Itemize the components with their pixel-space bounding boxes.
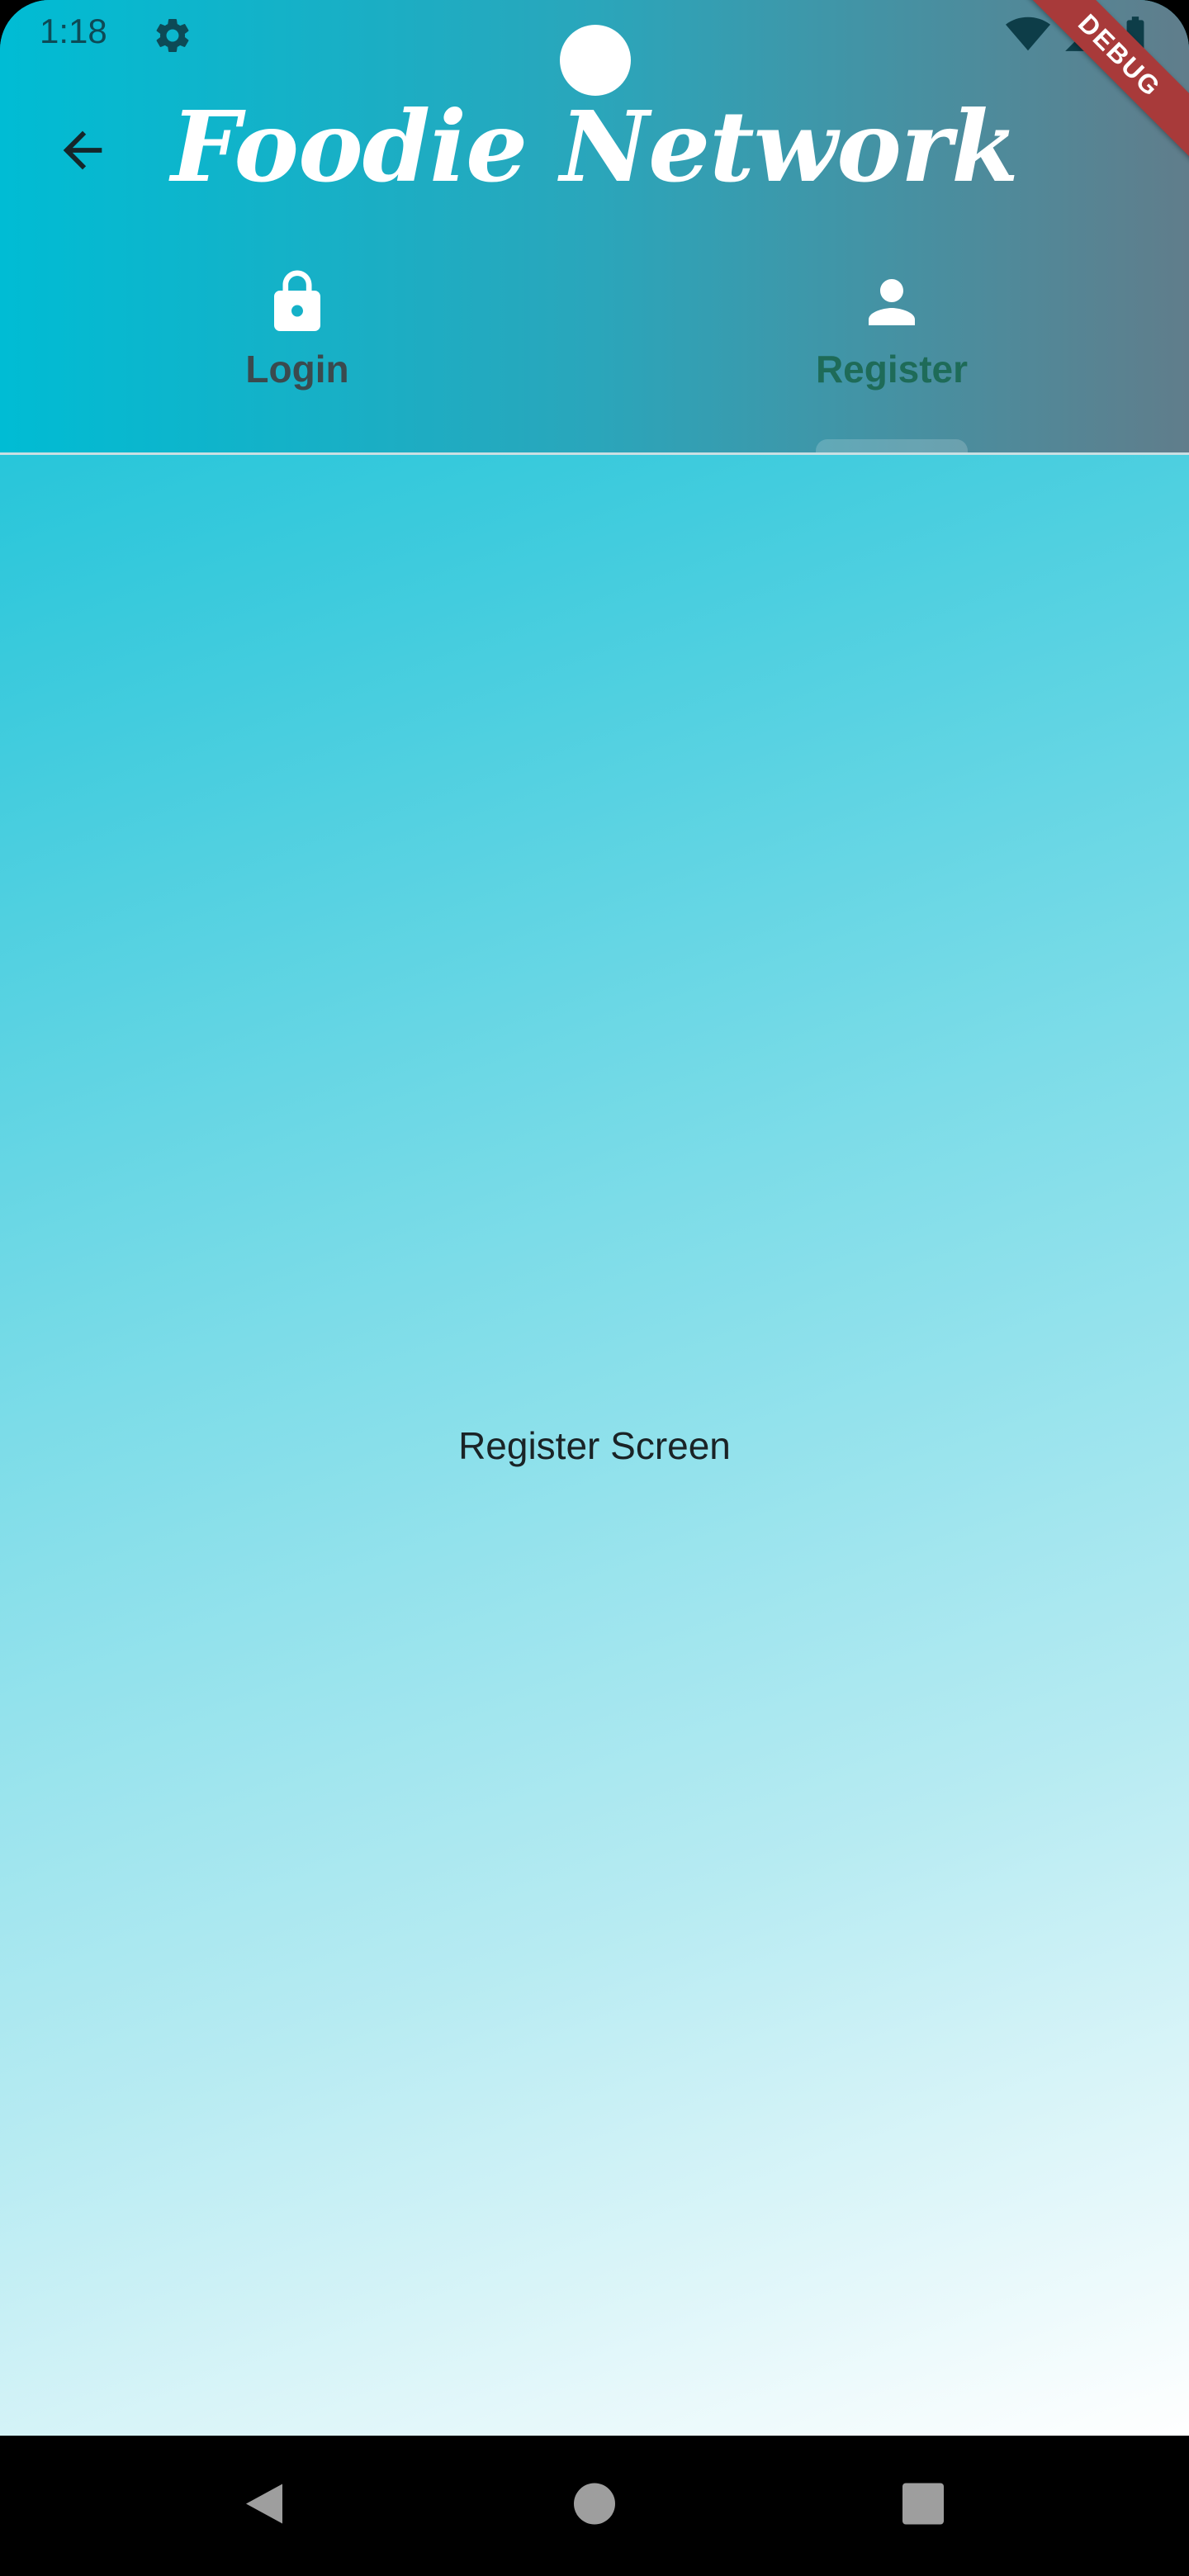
nav-home-button[interactable] bbox=[573, 2483, 616, 2530]
tab-register-label: Register bbox=[815, 348, 969, 391]
wifi-icon bbox=[1006, 12, 1050, 60]
device-screen: 1:18 DEBUG Foodie Network Login Register… bbox=[0, 0, 1189, 2576]
app-background: 1:18 DEBUG Foodie Network Login Register… bbox=[0, 0, 1189, 2436]
tab-bar: Login Register bbox=[0, 256, 1189, 452]
app-title: Foodie Network bbox=[171, 89, 1019, 204]
status-bar: 1:18 DEBUG bbox=[0, 0, 1189, 171]
nav-back-button[interactable] bbox=[239, 2479, 289, 2533]
tab-login[interactable]: Login bbox=[0, 256, 594, 452]
back-triangle-icon bbox=[246, 2484, 282, 2524]
nav-recents-button[interactable] bbox=[902, 2483, 945, 2530]
register-screen-text: Register Screen bbox=[458, 1424, 731, 1467]
app-bar: 1:18 DEBUG Foodie Network Login Register bbox=[0, 0, 1189, 455]
home-circle-icon bbox=[574, 2483, 615, 2525]
lock-icon bbox=[274, 270, 320, 331]
camera-cutout bbox=[560, 25, 631, 96]
tab-login-label: Login bbox=[245, 348, 349, 391]
selected-tab-indicator bbox=[816, 439, 968, 452]
tab-register[interactable]: Register bbox=[594, 256, 1189, 452]
status-time: 1:18 bbox=[40, 12, 107, 50]
recents-square-icon bbox=[902, 2483, 944, 2525]
system-nav-bar bbox=[0, 2436, 1189, 2576]
settings-gear-icon bbox=[152, 15, 193, 56]
person-icon bbox=[869, 279, 915, 325]
